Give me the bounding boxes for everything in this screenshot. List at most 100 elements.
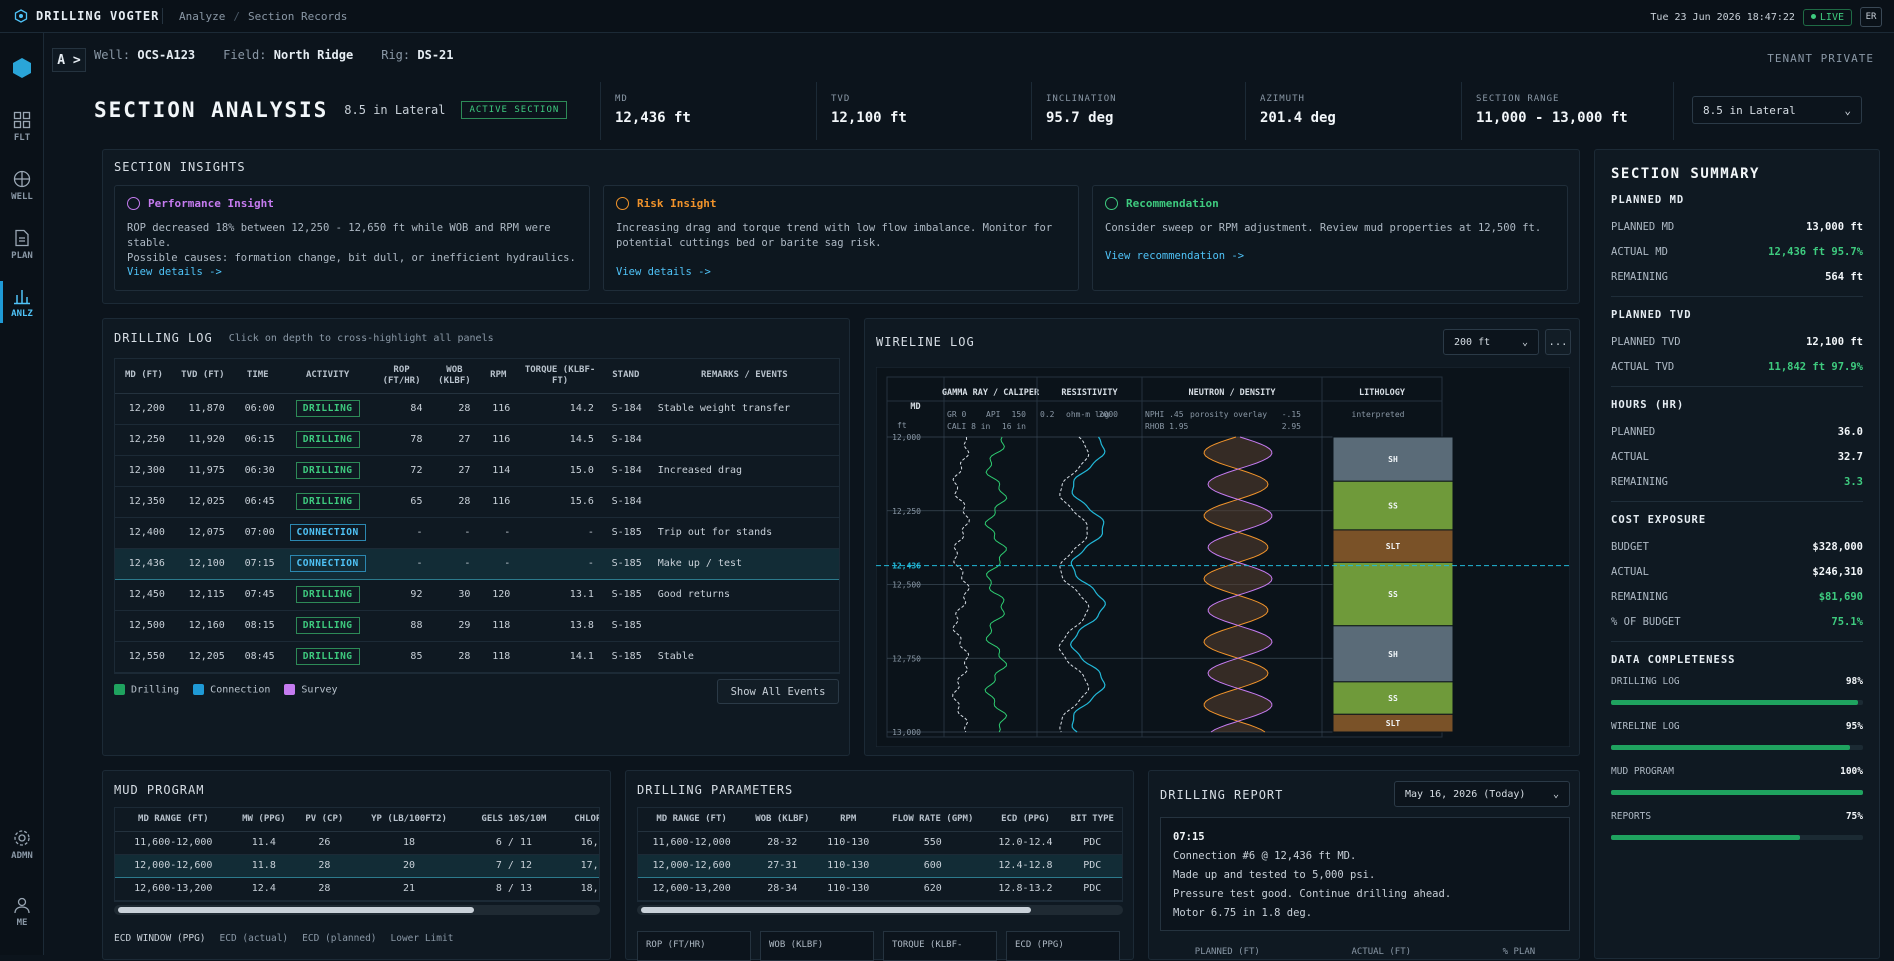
section-select[interactable]: 8.5 in Lateral ⌄ (1692, 96, 1862, 124)
column-header[interactable]: MD RANGE (FT) (638, 808, 746, 832)
view-details-link[interactable]: View details -> (127, 266, 222, 278)
metric-inclination-label: INCLINATION (1046, 94, 1117, 104)
table-row[interactable]: 12,200 11,870 06:00 DRILLING 84 28 116 14.2 S-18… (115, 393, 839, 425)
column-header[interactable]: STAND (601, 359, 650, 394)
params-horizontal-scrollbar[interactable] (637, 905, 1123, 915)
breadcrumb: Analyze / Section Records (162, 8, 347, 24)
app-logo[interactable] (0, 57, 44, 83)
nav-admn[interactable]: ADMN (0, 829, 44, 861)
nav-well[interactable]: WELL (0, 170, 44, 202)
lithology-label: SS (1388, 590, 1398, 599)
remarks-cell (649, 610, 839, 642)
md-depth-cell[interactable]: 12,500 (115, 610, 173, 642)
nav-flt[interactable]: FLT (0, 111, 44, 143)
column-header[interactable]: CHLORIDES (562, 808, 599, 832)
nav-plan[interactable]: PLAN (0, 229, 44, 261)
column-header[interactable]: YP (LB/100FT2) (352, 808, 466, 832)
column-header[interactable]: ACTIVITY (282, 359, 373, 394)
column-header[interactable]: GELS 10S/10M (465, 808, 563, 832)
remarks-cell: Stable (649, 641, 839, 673)
table-row[interactable]: 12,436 12,100 07:15 CONNECTION - - - - S-185 Make… (115, 547, 839, 580)
table-cell: 116 (478, 424, 519, 456)
table-row[interactable]: 12,000-12,600 27-31 110-130 600 12.4-12.8 PDC (638, 853, 1122, 878)
md-depth-cell[interactable]: 12,200 (115, 393, 173, 425)
column-header[interactable]: WOB (KLBF) (745, 808, 820, 832)
report-line: Pressure test good. Continue drilling ah… (1173, 888, 1452, 900)
column-header[interactable]: RPM (819, 808, 878, 832)
recommendation-title: Recommendation (1126, 197, 1219, 210)
planned-ft-header: PLANNED (FT) (1194, 947, 1260, 957)
md-depth-cell[interactable]: 12,250 (115, 424, 173, 456)
report-date-select[interactable]: May 16, 2026 (Today) ⌄ (1394, 781, 1570, 807)
more-options-button[interactable]: ... (1545, 329, 1571, 355)
column-header[interactable]: FLOW RATE (GPM) (877, 808, 989, 832)
nav-me[interactable]: ME (0, 896, 44, 928)
view-details-link[interactable]: View details -> (616, 266, 711, 278)
column-header[interactable]: TVD (FT) (172, 359, 233, 394)
track-scale-label: 2000 (1099, 410, 1118, 419)
mini-chart-card[interactable]: WOB (KLBF) (760, 931, 874, 961)
breadcrumb-separator: / (233, 9, 240, 23)
column-header[interactable]: MD (FT) (115, 359, 173, 394)
table-row[interactable]: 12,400 12,075 07:00 CONNECTION - - - - S-185 Trip… (115, 517, 839, 549)
show-all-events-button[interactable]: Show All Events (717, 679, 839, 704)
breadcrumb-analyze[interactable]: Analyze (179, 10, 225, 23)
column-header[interactable]: BIT TYPE (1062, 808, 1122, 832)
breadcrumb-section-records[interactable]: Section Records (248, 10, 347, 23)
depth-cursor-label: 12,436 (892, 562, 921, 571)
nav-anlz[interactable]: ANLZ (0, 281, 44, 323)
collapse-toggle-button[interactable]: A > (52, 48, 86, 72)
column-header[interactable]: ECD (PPG) (988, 808, 1063, 832)
mud-horizontal-scrollbar[interactable] (114, 905, 600, 915)
column-header[interactable]: WOB (KLBF) (430, 359, 479, 394)
column-header[interactable]: ROP (FT/HR) (372, 359, 431, 394)
table-row[interactable]: 12,300 11,975 06:30 DRILLING 72 27 114 15.0 S-18… (115, 455, 839, 487)
table-row[interactable]: 12,250 11,920 06:15 DRILLING 78 27 116 14.5 S-18… (115, 424, 839, 456)
performance-insight-icon (127, 197, 140, 210)
mini-chart-card[interactable]: ROP (FT/HR) (637, 931, 751, 961)
table-cell: 12,000-12,600 (638, 853, 746, 878)
table-row[interactable]: 12,350 12,025 06:45 DRILLING 65 28 116 15.6 S-18… (115, 486, 839, 518)
md-depth-cell[interactable]: 12,350 (115, 486, 173, 518)
table-row[interactable]: 11,600-12,000 28-32 110-130 550 12.0-12.4 PDC (638, 831, 1122, 855)
table-row[interactable]: 12,600-13,200 28-34 110-130 620 12.8-13.2 PDC (638, 877, 1122, 901)
brand[interactable]: DRILLING VOGTER (0, 9, 162, 23)
md-depth-cell[interactable]: 12,436 (115, 547, 173, 580)
activity-tag: CONNECTION (289, 524, 366, 541)
view-recommendation-link[interactable]: View recommendation -> (1105, 250, 1244, 262)
activity-tag: DRILLING (295, 400, 360, 417)
column-header[interactable]: PV (CP) (296, 808, 353, 832)
risk-insight-text: Increasing drag and torque trend with lo… (616, 222, 1053, 234)
table-row[interactable]: 12,600-13,20012.428218 / 1318,000 (115, 877, 599, 901)
track-scale-label: interpreted (1352, 410, 1405, 419)
summary-value: 12,100 ft (1806, 335, 1863, 348)
table-cell: 12,160 (172, 610, 233, 642)
user-icon (14, 897, 30, 914)
column-header[interactable]: REMARKS / EVENTS (649, 359, 839, 394)
table-cell: 28 (296, 877, 353, 901)
performance-insight-text: ROP decreased 18% between 12,250 - 12,65… (127, 222, 551, 249)
table-row[interactable]: 12,500 12,160 08:15 DRILLING 88 29 118 13.8 S-18… (115, 610, 839, 642)
interval-select[interactable]: 200 ft ⌄ (1443, 329, 1539, 355)
mini-chart-card[interactable]: ECD (PPG) (1006, 931, 1120, 961)
md-depth-cell[interactable]: 12,300 (115, 455, 173, 487)
table-row[interactable]: 12,550 12,205 08:45 DRILLING 85 28 118 14.1 S-18… (115, 641, 839, 673)
md-depth-cell[interactable]: 12,400 (115, 517, 173, 549)
table-cell: 27-31 (745, 853, 820, 878)
md-depth-cell[interactable]: 12,450 (115, 579, 173, 611)
column-header[interactable]: TIME (232, 359, 283, 394)
table-cell: PDC (1062, 853, 1122, 878)
column-header[interactable]: TORQUE (KLBF-FT) (518, 359, 602, 394)
table-row[interactable]: 12,000-12,60011.828207 / 1217,000 (115, 853, 599, 878)
summary-row: ACTUAL 32.7 (1611, 444, 1863, 469)
column-header[interactable]: MD RANGE (FT) (115, 808, 232, 832)
user-avatar[interactable]: ER (1860, 7, 1882, 27)
column-header[interactable]: RPM (478, 359, 519, 394)
remarks-cell: Increased drag (649, 455, 839, 487)
md-depth-cell[interactable]: 12,550 (115, 641, 173, 673)
mini-chart-card[interactable]: TORQUE (KLBF- (883, 931, 997, 961)
table-row[interactable]: 12,450 12,115 07:45 DRILLING 92 30 120 13.1 S-18… (115, 579, 839, 611)
column-header[interactable]: MW (PPG) (231, 808, 297, 832)
bar-chart-icon (14, 290, 30, 305)
table-row[interactable]: 11,600-12,00011.426186 / 1116,000 (115, 831, 599, 855)
